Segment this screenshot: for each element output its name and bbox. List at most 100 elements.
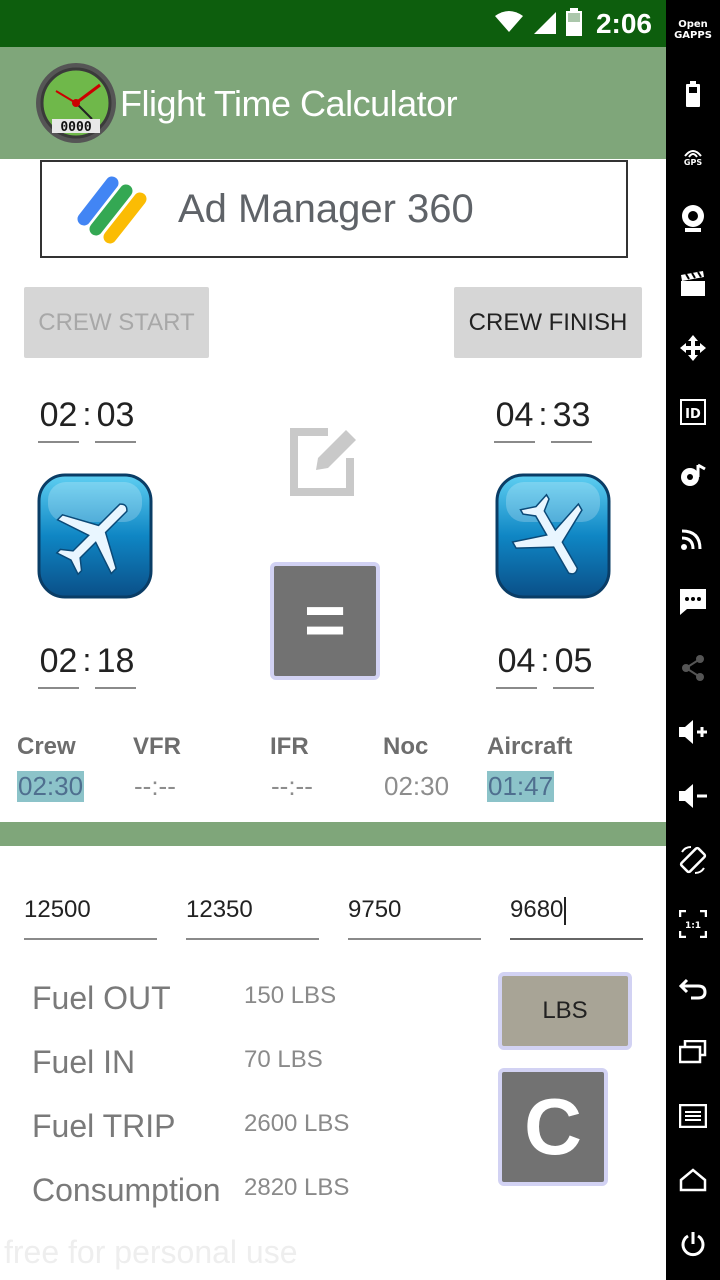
- open-gapps-icon[interactable]: Open GAPPS: [666, 12, 720, 48]
- scale-icon[interactable]: 1:1: [666, 904, 720, 944]
- fuel-result-label: Fuel TRIP: [32, 1108, 176, 1144]
- summary-ifr: IFR --:--: [270, 733, 314, 802]
- takeoff-minutes-input[interactable]: 18: [95, 642, 136, 689]
- svg-text:1:1: 1:1: [685, 921, 701, 931]
- summary-label: Aircraft: [487, 733, 573, 760]
- menu-icon[interactable]: [666, 1096, 720, 1136]
- fuel-result-value: 2600 LBS: [244, 1110, 350, 1137]
- fuel-input-value: 9680: [510, 896, 564, 923]
- fuel-input-1[interactable]: 12500: [24, 888, 157, 940]
- camera-icon[interactable]: [666, 198, 720, 238]
- clear-button[interactable]: C: [498, 1068, 608, 1186]
- power-icon[interactable]: [666, 1224, 720, 1264]
- clapperboard-icon[interactable]: [666, 264, 720, 304]
- fuel-result-value: 70 LBS: [244, 1046, 323, 1073]
- time-colon: :: [538, 396, 548, 432]
- home-icon[interactable]: [666, 1160, 720, 1200]
- airplane-takeoff-icon: [37, 473, 153, 599]
- fuel-trip-row: Fuel TRIP 2600 LBS: [32, 1108, 392, 1156]
- edit-icon[interactable]: [288, 424, 360, 498]
- gauge-logo-digits: 0000: [60, 120, 91, 135]
- fuel-result-value: 150 LBS: [244, 982, 337, 1009]
- crew-start-button[interactable]: CREW START: [24, 287, 209, 358]
- summary-value: 02:30: [17, 771, 85, 802]
- time-colon: :: [82, 642, 92, 678]
- crew-finish-hours-input[interactable]: 04: [494, 396, 535, 443]
- fuel-result-label: Consumption: [32, 1172, 221, 1208]
- status-clock: 2:06: [595, 7, 652, 39]
- app-title: Flight Time Calculator: [120, 83, 458, 124]
- units-toggle-button[interactable]: LBS: [498, 972, 632, 1050]
- landing-minutes-input[interactable]: 05: [553, 642, 594, 689]
- airplane-landing-icon: [495, 473, 611, 599]
- cast-icon[interactable]: [666, 518, 720, 558]
- watermark-text: free for personal use: [4, 1234, 298, 1270]
- recents-icon[interactable]: [666, 1032, 720, 1072]
- fuel-result-value: 2820 LBS: [244, 1174, 350, 1201]
- share-icon[interactable]: [666, 648, 720, 688]
- summary-label: Noc: [383, 733, 429, 760]
- gps-label: GPS: [683, 157, 703, 167]
- summary-value: 02:30: [384, 771, 450, 801]
- volume-up-icon[interactable]: [666, 712, 720, 752]
- landing-time: 04 : 05: [496, 642, 594, 689]
- crew-finish-time: 04 : 33: [494, 396, 592, 443]
- crew-start-minutes-input[interactable]: 03: [95, 396, 136, 443]
- battery-icon[interactable]: [666, 74, 720, 114]
- move-icon[interactable]: [666, 328, 720, 368]
- crew-finish-minutes-input[interactable]: 33: [551, 396, 592, 443]
- takeoff-hours-input[interactable]: 02: [38, 642, 79, 689]
- fuel-result-label: Fuel OUT: [32, 980, 171, 1016]
- music-note-icon[interactable]: [666, 456, 720, 496]
- summary-noc: Noc 02:30: [383, 733, 450, 802]
- volume-down-icon[interactable]: [666, 776, 720, 816]
- time-colon: :: [540, 642, 550, 678]
- summary-value: 01:47: [487, 771, 555, 802]
- crew-start-hours-input[interactable]: 02: [38, 396, 79, 443]
- crew-start-time: 02 : 03: [38, 396, 136, 443]
- fuel-input-4[interactable]: 9680: [510, 888, 643, 940]
- status-bar: 2:06: [0, 0, 666, 47]
- fuel-input-3[interactable]: 9750: [348, 888, 481, 940]
- ad-text: Ad Manager 360: [178, 186, 474, 231]
- fuel-in-row: Fuel IN 70 LBS: [32, 1044, 392, 1092]
- app-bar: 0000 Flight Time Calculator: [0, 47, 666, 159]
- app-screen: 2:06 0000 Flight Time Calculator Ad Mana…: [0, 0, 666, 1280]
- id-icon[interactable]: ID: [666, 392, 720, 432]
- summary-value: --:--: [134, 771, 176, 801]
- summary-label: IFR: [270, 733, 309, 760]
- summary-aircraft: Aircraft 01:47: [487, 733, 572, 802]
- fuel-input-value: 9750: [348, 896, 402, 923]
- section-divider: [0, 822, 666, 846]
- cell-signal-icon: [532, 9, 558, 39]
- text-caret: [564, 896, 567, 925]
- landing-hours-input[interactable]: 04: [496, 642, 537, 689]
- time-colon: :: [82, 396, 92, 432]
- summary-label: Crew: [17, 733, 76, 760]
- gps-icon[interactable]: GPS: [666, 136, 720, 176]
- gauge-logo-icon: 0000: [34, 61, 118, 145]
- landing-button[interactable]: [494, 472, 612, 600]
- summary-crew: Crew 02:30: [17, 733, 85, 802]
- takeoff-button[interactable]: [36, 472, 154, 600]
- crew-finish-button[interactable]: CREW FINISH: [454, 287, 642, 358]
- rotate-icon[interactable]: [666, 840, 720, 880]
- fuel-result-label: Fuel IN: [32, 1044, 136, 1080]
- ad-banner[interactable]: Ad Manager 360: [40, 160, 628, 258]
- fuel-input-value: 12350: [186, 896, 253, 923]
- takeoff-time: 02 : 18: [38, 642, 136, 689]
- wifi-icon: [494, 10, 524, 38]
- fuel-out-row: Fuel OUT 150 LBS: [32, 980, 392, 1028]
- brand-line-2: GAPPS: [674, 30, 712, 41]
- side-nav-bar: Open GAPPS GPS ID 1:1: [666, 0, 720, 1280]
- calculate-button[interactable]: =: [270, 562, 380, 680]
- ad-manager-logo-icon: [74, 169, 154, 249]
- summary-label: VFR: [133, 733, 181, 760]
- message-icon[interactable]: [666, 582, 720, 622]
- id-label: ID: [685, 407, 701, 422]
- time-summary: Crew 02:30 VFR --:-- IFR --:-- Noc 02:30…: [0, 733, 666, 813]
- back-icon[interactable]: [666, 968, 720, 1008]
- summary-vfr: VFR --:--: [133, 733, 181, 802]
- fuel-input-2[interactable]: 12350: [186, 888, 319, 940]
- brand-line-1: Open: [678, 19, 708, 30]
